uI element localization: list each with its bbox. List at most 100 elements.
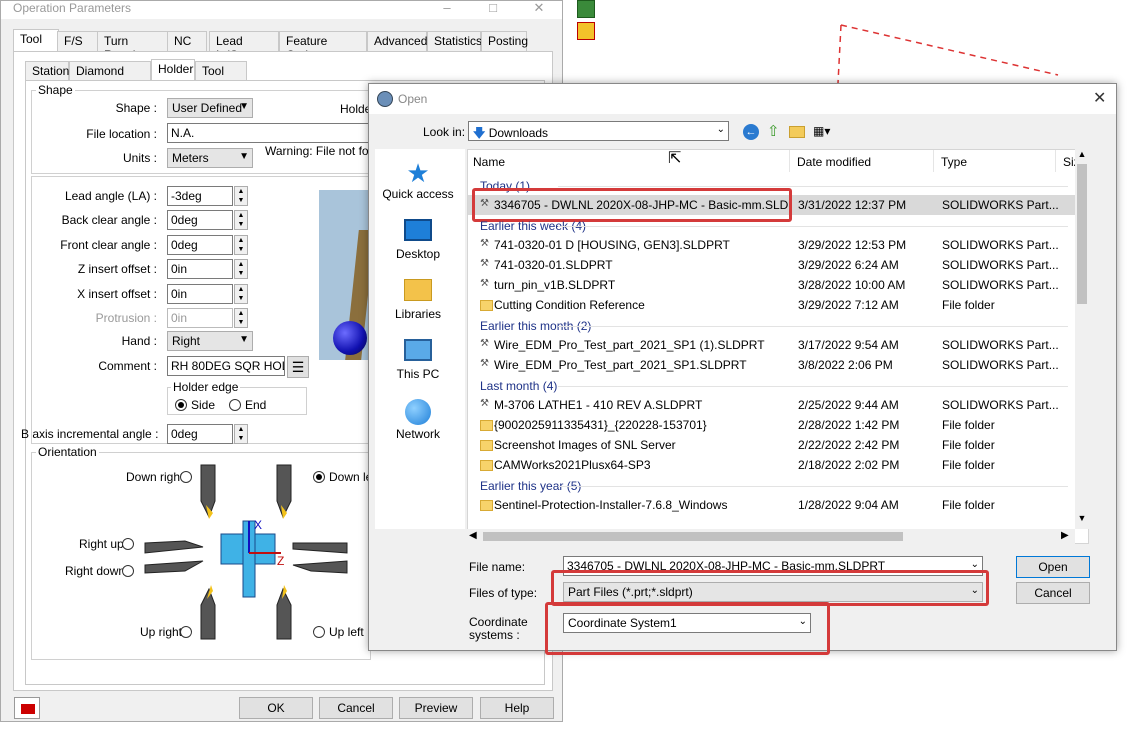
hand-select[interactable]: Right ▼ bbox=[167, 331, 253, 351]
b-axis-field[interactable]: 0deg bbox=[167, 424, 233, 444]
subtab-holder[interactable]: Holder bbox=[151, 59, 195, 81]
file-row[interactable]: ⚒ 741-0320-01.SLDPRT 3/29/2022 6:24 AM SOLI… bbox=[468, 255, 1076, 275]
right-up-radio[interactable] bbox=[122, 538, 134, 550]
edge-end-radio[interactable] bbox=[229, 399, 241, 411]
param-spinner[interactable]: ▲ ▼ bbox=[234, 308, 248, 328]
ok-button[interactable]: OK bbox=[239, 697, 313, 719]
orientation-label: Orientation bbox=[36, 445, 99, 459]
comment-field[interactable]: RH 80DEG SQR HOLD bbox=[167, 356, 285, 376]
place-quick-access[interactable]: ★ Quick access bbox=[373, 159, 463, 201]
tab-tool[interactable]: Tool bbox=[13, 29, 59, 51]
look-in-select[interactable]: 🡇 Downloads ⌄ bbox=[468, 121, 729, 141]
place-libraries[interactable]: Libraries bbox=[373, 279, 463, 321]
holder-edge-label: Holder edge bbox=[171, 380, 241, 394]
file-location-field[interactable]: N.A. bbox=[167, 123, 371, 143]
hscroll-thumb[interactable] bbox=[483, 532, 903, 541]
param-spinner[interactable]: ▲ ▼ bbox=[234, 235, 248, 255]
tab-statistics[interactable]: Statistics bbox=[427, 31, 482, 51]
subtab-diamond-insert[interactable]: Diamond Insert bbox=[69, 61, 151, 92]
open-button[interactable]: Open bbox=[1016, 556, 1090, 578]
close-button[interactable]: ✕ bbox=[529, 1, 549, 17]
file-name: Wire_EDM_Pro_Test_part_2021_SP1 (1).SLDP… bbox=[494, 338, 765, 352]
tab-lead-in-out[interactable]: Lead In/Out bbox=[209, 31, 279, 62]
up-folder-icon[interactable]: ⇧ bbox=[767, 122, 780, 140]
open-title-bar: Open ✕ bbox=[369, 84, 1116, 114]
scroll-thumb[interactable] bbox=[1077, 164, 1087, 304]
tab-feature-options[interactable]: Feature Options bbox=[279, 31, 367, 62]
param-field[interactable]: 0in bbox=[167, 308, 233, 328]
scroll-left-icon[interactable]: ◀ bbox=[469, 530, 477, 541]
param-spinner[interactable]: ▲ ▼ bbox=[234, 284, 248, 304]
param-spinner[interactable]: ▲ ▼ bbox=[234, 259, 248, 279]
place-desktop[interactable]: Desktop bbox=[373, 219, 463, 261]
file-row[interactable]: ⚒ Wire_EDM_Pro_Test_part_2021_SP1.SLDPRT 3… bbox=[468, 355, 1076, 375]
axis-z-label: Z bbox=[277, 554, 284, 568]
subtab-tool-crib[interactable]: Tool Crib bbox=[195, 61, 247, 92]
param-field[interactable]: -3deg bbox=[167, 186, 233, 206]
group-divider bbox=[558, 386, 1068, 387]
chevron-down-icon: ▼ bbox=[239, 151, 249, 162]
download-arrow-icon: 🡇 bbox=[473, 126, 486, 140]
part-file-icon: ⚒ bbox=[480, 358, 489, 369]
vertical-scrollbar[interactable]: ▲ ▼ bbox=[1075, 149, 1089, 529]
file-row[interactable]: Sentinel-Protection-Installer-7.6.8_Wind… bbox=[468, 495, 1076, 515]
right-down-radio[interactable] bbox=[122, 565, 134, 577]
param-field[interactable]: 0in bbox=[167, 259, 233, 279]
maximize-button[interactable]: □ bbox=[483, 1, 503, 17]
cancel-button[interactable]: Cancel bbox=[319, 697, 393, 719]
cancel-open-button[interactable]: Cancel bbox=[1016, 582, 1090, 604]
scroll-up-icon[interactable]: ▲ bbox=[1075, 149, 1089, 159]
file-date: 2/25/2022 9:44 AM bbox=[798, 398, 899, 412]
highlight-coordinate-system bbox=[545, 602, 830, 655]
view-menu-icon[interactable]: ▦▾ bbox=[813, 124, 837, 138]
file-date: 2/22/2022 2:42 PM bbox=[798, 438, 900, 452]
param-field[interactable]: 0deg bbox=[167, 210, 233, 230]
param-spinner[interactable]: ▲ ▼ bbox=[234, 186, 248, 206]
file-row[interactable]: CAMWorks2021Plusx64-SP3 2/18/2022 2:02 PM… bbox=[468, 455, 1076, 475]
file-row[interactable]: ⚒ M-3706 LATHE1 - 410 REV A.SLDPRT 2/25/20… bbox=[468, 395, 1076, 415]
file-row[interactable]: ⚒ turn_pin_v1B.SLDPRT 3/28/2022 10:00 AM SO… bbox=[468, 275, 1076, 295]
preview-button[interactable]: Preview bbox=[399, 697, 473, 719]
group-header[interactable]: Last month (4) bbox=[480, 379, 557, 393]
file-date: 3/31/2022 12:37 PM bbox=[798, 198, 907, 212]
file-row[interactable]: {9002025911335431}_{220228-153701} 2/28/2… bbox=[468, 415, 1076, 435]
horizontal-scrollbar[interactable]: ◀ ▶ bbox=[467, 529, 1075, 544]
libraries-icon bbox=[404, 279, 432, 301]
title-bar: Operation Parameters – □ ✕ bbox=[1, 1, 562, 19]
menu-icon[interactable]: ☰ bbox=[287, 356, 309, 378]
column-name[interactable]: Name bbox=[468, 150, 790, 172]
file-row[interactable]: ⚒ Wire_EDM_Pro_Test_part_2021_SP1 (1).SLD… bbox=[468, 335, 1076, 355]
tab-advanced[interactable]: Advanced bbox=[367, 31, 427, 51]
b-axis-spinner[interactable]: ▲ ▼ bbox=[234, 424, 248, 444]
scroll-down-icon[interactable]: ▼ bbox=[1075, 513, 1089, 523]
subtab-station[interactable]: Station bbox=[25, 61, 69, 81]
new-folder-icon[interactable] bbox=[789, 126, 805, 138]
shape-select[interactable]: User Defined ▼ bbox=[167, 98, 253, 118]
param-field[interactable]: 0in bbox=[167, 284, 233, 304]
close-icon[interactable]: ✕ bbox=[1093, 88, 1106, 108]
scroll-right-icon[interactable]: ▶ bbox=[1061, 530, 1069, 541]
units-select[interactable]: Meters ▼ bbox=[167, 148, 253, 168]
file-type: SOLIDWORKS Part... bbox=[942, 238, 1058, 252]
minimize-button[interactable]: – bbox=[437, 1, 457, 17]
cad-toolbar-icon[interactable] bbox=[577, 0, 595, 18]
edge-side-radio[interactable] bbox=[175, 399, 187, 411]
tab-turn-rough[interactable]: Turn Rough bbox=[97, 31, 169, 62]
column-date-modified[interactable]: Date modified bbox=[792, 150, 934, 172]
file-type: File folder bbox=[942, 498, 995, 512]
file-row[interactable]: ⚒ 741-0320-01 D [HOUSING, GEN3].SLDPRT 3/2… bbox=[468, 235, 1076, 255]
param-spinner[interactable]: ▲ ▼ bbox=[234, 210, 248, 230]
file-row[interactable]: Cutting Condition Reference 3/29/2022 7:1… bbox=[468, 295, 1076, 315]
column-type[interactable]: Type bbox=[936, 150, 1056, 172]
place-network[interactable]: Network bbox=[373, 399, 463, 441]
param-field[interactable]: 0deg bbox=[167, 235, 233, 255]
file-row[interactable]: Screenshot Images of SNL Server 2/22/2022… bbox=[468, 435, 1076, 455]
mouse-cursor-icon: ⇱ bbox=[668, 150, 682, 167]
place-this-pc[interactable]: This PC bbox=[373, 339, 463, 381]
tool-right-down bbox=[144, 560, 204, 574]
cad-toolbar-icon[interactable] bbox=[577, 22, 595, 40]
tab-posting[interactable]: Posting bbox=[481, 31, 528, 51]
tab-nc[interactable]: NC bbox=[167, 31, 207, 51]
back-icon[interactable]: ← bbox=[743, 124, 759, 140]
help-button[interactable]: Help bbox=[480, 697, 554, 719]
